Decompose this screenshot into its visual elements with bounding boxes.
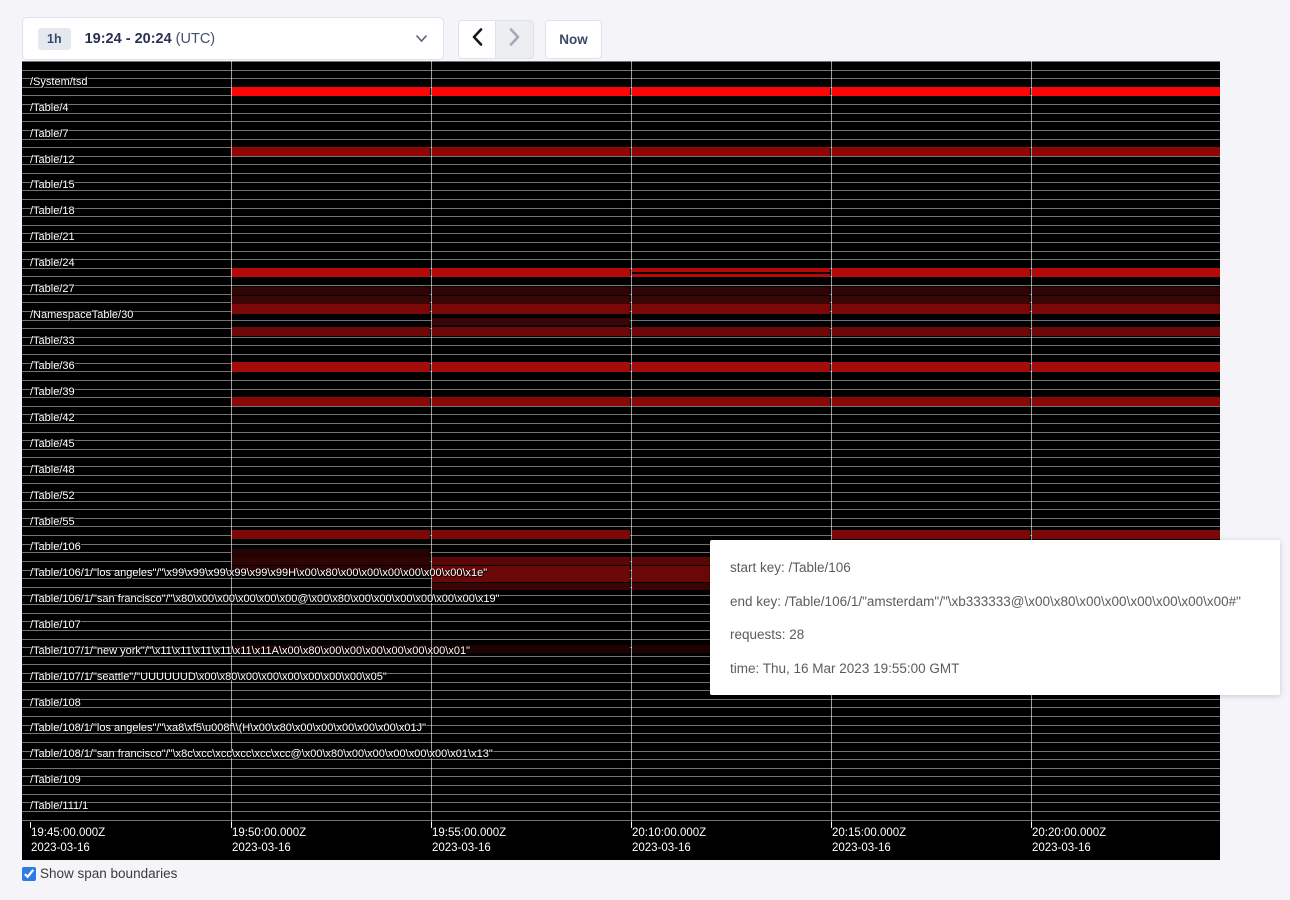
time-axis-label: 19:50:00.000Z2023-03-16 [232,826,306,855]
key-row-label: /Table/106/1/"los angeles"/"\x99\x99\x99… [30,568,487,579]
key-row-label: /Table/7 [30,129,69,140]
key-row-label: /Table/4 [30,103,69,114]
time-axis-label: 19:55:00.000Z2023-03-16 [432,826,506,855]
footer-controls: Show span boundaries [22,866,177,881]
time-range-preset-badge: 1h [38,28,71,50]
key-row-label: /Table/27 [30,284,75,295]
key-row-label: /Table/106/1/"san francisco"/"\x80\x00\x… [30,594,500,605]
key-row-label: /Table/109 [30,775,81,786]
key-row-label: /Table/107/1/"seattle"/"UUUUUUD\x00\x80\… [30,672,387,683]
time-axis-label: 20:10:00.000Z2023-03-16 [632,826,706,855]
key-row-label: /Table/36 [30,361,75,372]
key-row-label: /Table/108/1/"los angeles"/"\xa8\xf5\u00… [30,723,426,734]
show-span-boundaries-label[interactable]: Show span boundaries [40,866,177,881]
tooltip-time: time: Thu, 16 Mar 2023 19:55:00 GMT [730,652,1260,686]
time-range-timezone: (UTC) [176,31,215,47]
key-visualizer-canvas[interactable]: /System/tsd/Table/4/Table/7/Table/12/Tab… [22,61,1220,860]
key-row-label: /Table/15 [30,180,75,191]
key-row-label: /NamespaceTable/30 [30,310,133,321]
time-range-label: 19:24 - 20:24 [85,31,172,47]
previous-interval-button[interactable] [458,20,496,59]
key-row-label: /Table/55 [30,517,75,528]
key-row-label: /Table/107 [30,620,81,631]
key-row-label: /Table/21 [30,232,75,243]
time-axis-label: 19:45:00.000Z2023-03-16 [31,826,105,855]
key-row-label: /Table/108 [30,698,81,709]
next-interval-button[interactable] [496,20,534,59]
key-row-label: /Table/45 [30,439,75,450]
key-row-label: /Table/42 [30,413,75,424]
key-row-label: /Table/106 [30,542,81,553]
key-row-label: /Table/33 [30,336,75,347]
time-nav-group [458,20,534,59]
tooltip-start-key: start key: /Table/106 [730,551,1260,585]
key-row-label: /Table/108/1/"san francisco"/"\x8c\xcc\x… [30,749,493,760]
key-row-label: /Table/52 [30,491,75,502]
now-button[interactable]: Now [545,20,602,59]
time-axis-label: 20:20:00.000Z2023-03-16 [1032,826,1106,855]
bucket-tooltip: start key: /Table/106 end key: /Table/10… [710,540,1280,695]
key-row-label: /Table/24 [30,258,75,269]
chevron-down-icon [415,34,428,43]
key-row-label: /System/tsd [30,77,87,88]
key-row-label: /Table/39 [30,387,75,398]
show-span-boundaries-checkbox[interactable] [22,867,36,881]
time-axis-label: 20:15:00.000Z2023-03-16 [832,826,906,855]
key-row-label: /Table/107/1/"new york"/"\x11\x11\x11\x1… [30,646,470,657]
chevron-left-icon [472,28,483,51]
key-row-label: /Table/18 [30,206,75,217]
tooltip-requests: requests: 28 [730,618,1260,652]
key-row-label: /Table/111/1 [30,801,88,812]
key-row-label: /Table/12 [30,155,75,166]
time-range-selector[interactable]: 1h 19:24 - 20:24 (UTC) [22,17,444,60]
tooltip-end-key: end key: /Table/106/1/"amsterdam"/"\xb33… [730,585,1260,619]
key-row-label: /Table/48 [30,465,75,476]
chevron-right-icon [509,28,520,51]
